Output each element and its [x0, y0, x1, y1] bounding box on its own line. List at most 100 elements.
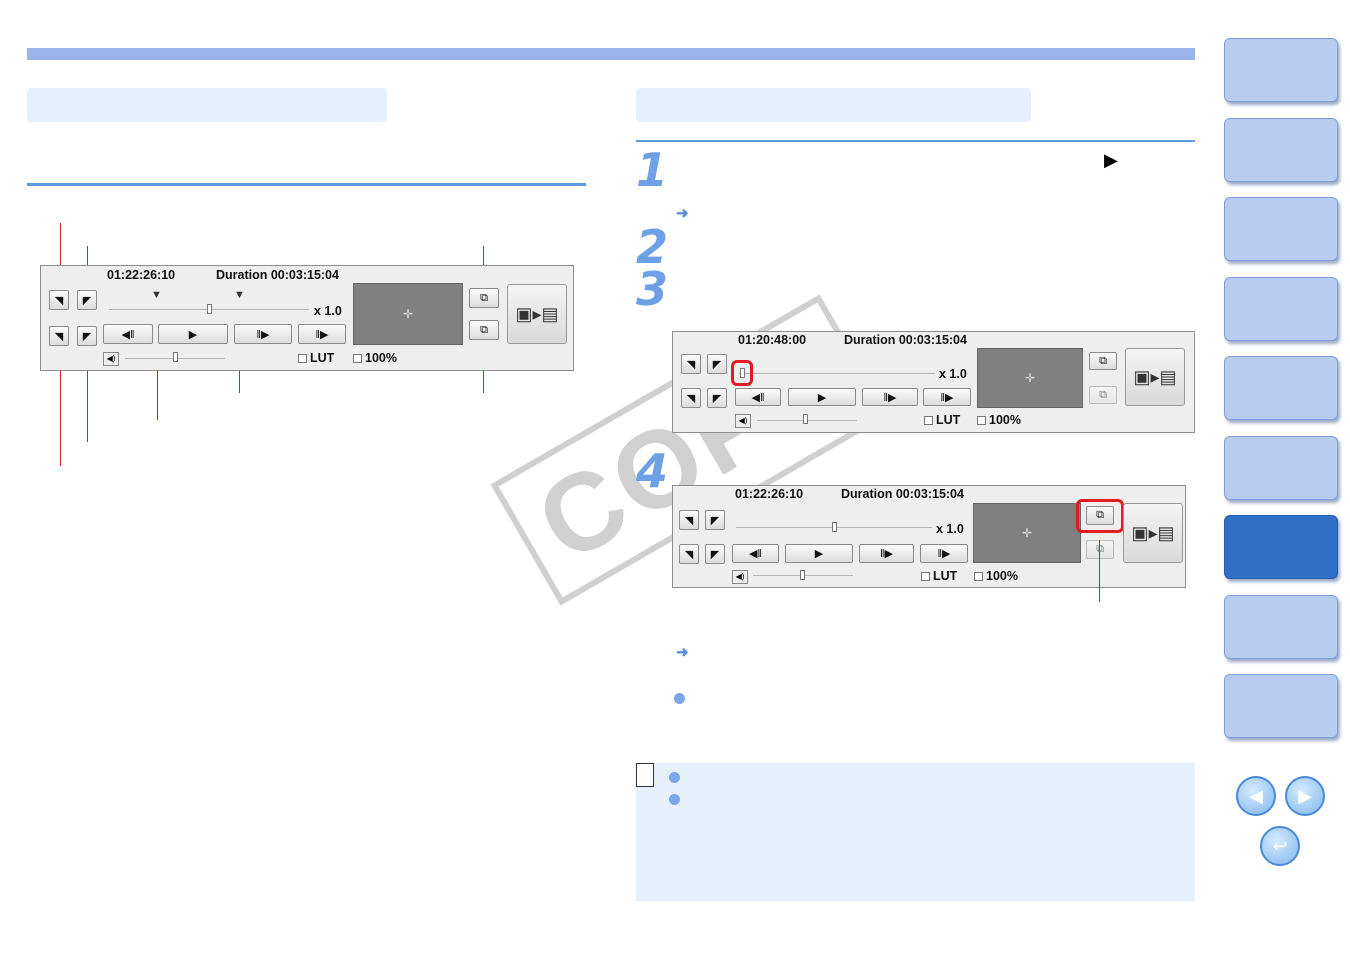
- duration: Duration 00:03:15:04: [844, 333, 967, 347]
- goto-start-button[interactable]: ◥: [49, 326, 69, 346]
- goto-end-button[interactable]: ◤: [705, 544, 725, 564]
- prev-frame-button[interactable]: ◀‖: [735, 388, 781, 406]
- frame-grab-button[interactable]: ⧉: [1086, 506, 1114, 525]
- timecode: 01:20:48:00: [738, 333, 807, 347]
- frame-grab-button[interactable]: ⧉: [469, 288, 499, 308]
- extract-movie-button[interactable]: ▣▸▤: [507, 284, 567, 344]
- duration: Duration 00:03:15:04: [216, 268, 339, 282]
- result-arrow-icon: ➜: [676, 205, 689, 222]
- film-icon: ▣▸▤: [1133, 366, 1177, 387]
- play-button[interactable]: ▶: [788, 388, 856, 406]
- player-panel-step3: 01:20:48:00 Duration 00:03:15:04 ◥ ◤ ◥ ◤…: [672, 331, 1195, 433]
- side-tab-3[interactable]: [1224, 197, 1338, 261]
- prev-frame-button[interactable]: ◀‖: [103, 324, 153, 344]
- player-panel-step4: 01:22:26:10 Duration 00:03:15:04 ◥ ◤ ◥ ◤…: [672, 485, 1186, 588]
- end-frame-button[interactable]: ‖▶: [920, 544, 968, 563]
- film-icon: ▣▸▤: [1131, 522, 1175, 543]
- end-marker-icon[interactable]: ▼: [234, 289, 245, 301]
- volume-icon[interactable]: ◀): [103, 352, 119, 366]
- bullet-dot: [674, 693, 685, 704]
- side-tab-5[interactable]: [1224, 356, 1338, 420]
- goto-start-button[interactable]: ◥: [681, 388, 701, 408]
- zoom-label: 100%: [365, 351, 397, 365]
- next-frame-button[interactable]: ‖▶: [862, 388, 918, 406]
- zoom-label: 100%: [986, 569, 1018, 583]
- crosshair-icon: ✛: [1025, 371, 1036, 385]
- lut-checkbox[interactable]: [298, 354, 307, 363]
- section-rule-left: [27, 183, 586, 186]
- step-number-3: 3: [636, 262, 669, 316]
- seek-thumb[interactable]: [832, 522, 837, 532]
- end-frame-button[interactable]: ‖▶: [298, 324, 346, 344]
- film-icon: ▣▸▤: [515, 303, 559, 324]
- play-icon: ▶: [1104, 150, 1118, 170]
- start-marker-icon[interactable]: ▼: [151, 289, 162, 301]
- seek-track[interactable]: [739, 373, 935, 374]
- set-start-button[interactable]: ◥: [679, 510, 699, 530]
- goto-end-button[interactable]: ◤: [77, 326, 97, 346]
- prev-frame-button[interactable]: ◀‖: [732, 544, 779, 563]
- zoom-checkbox[interactable]: [977, 416, 986, 425]
- volume-icon[interactable]: ◀): [732, 570, 748, 584]
- goto-end-button[interactable]: ◤: [707, 388, 727, 408]
- set-start-button[interactable]: ◥: [49, 290, 69, 310]
- frame-grab-button[interactable]: ⧉: [1089, 352, 1117, 370]
- side-tab-8[interactable]: [1224, 595, 1338, 659]
- timecode: 01:22:26:10: [107, 268, 176, 282]
- lut-checkbox[interactable]: [921, 572, 930, 581]
- set-end-button[interactable]: ◤: [705, 510, 725, 530]
- step-number-4: 4: [636, 444, 669, 498]
- seek-thumb[interactable]: [740, 368, 745, 378]
- preview-window: ✛: [353, 283, 463, 345]
- crosshair-icon: ✛: [403, 307, 414, 321]
- seek-thumb[interactable]: [207, 304, 212, 314]
- play-button[interactable]: ▶: [158, 324, 228, 344]
- side-tab-9[interactable]: [1224, 674, 1338, 738]
- batch-grab-button[interactable]: ⧉: [469, 320, 499, 340]
- batch-grab-button[interactable]: ⧉: [1086, 540, 1114, 559]
- goto-start-button[interactable]: ◥: [679, 544, 699, 564]
- note-bullet-2: [669, 794, 680, 805]
- side-tab-4[interactable]: [1224, 277, 1338, 341]
- side-tab-7-active[interactable]: [1224, 515, 1338, 579]
- lut-label: LUT: [933, 569, 958, 583]
- set-start-button[interactable]: ◥: [681, 354, 701, 374]
- top-banner: [27, 48, 1195, 60]
- set-end-button[interactable]: ◤: [77, 290, 97, 310]
- set-end-button[interactable]: ◤: [707, 354, 727, 374]
- crosshair-icon: ✛: [1022, 526, 1033, 540]
- side-tab-2[interactable]: [1224, 118, 1338, 182]
- play-button[interactable]: ▶: [785, 544, 853, 563]
- batch-grab-button[interactable]: ⧉: [1089, 386, 1117, 404]
- arrow-right-icon: ▶: [1298, 785, 1312, 806]
- volume-thumb[interactable]: [803, 414, 808, 424]
- volume-thumb[interactable]: [173, 352, 178, 362]
- end-frame-button[interactable]: ‖▶: [923, 388, 971, 406]
- speed-label: x 1.0: [314, 304, 342, 318]
- volume-icon[interactable]: ◀): [735, 414, 751, 428]
- side-tab-6[interactable]: [1224, 436, 1338, 500]
- arrow-left-icon: ◀: [1249, 785, 1263, 806]
- next-frame-button[interactable]: ‖▶: [859, 544, 914, 563]
- prev-page-button[interactable]: ◀: [1236, 776, 1276, 816]
- lut-checkbox[interactable]: [924, 416, 933, 425]
- extract-movie-button[interactable]: ▣▸▤: [1123, 503, 1183, 563]
- lut-label: LUT: [310, 351, 335, 365]
- lut-label: LUT: [936, 413, 961, 427]
- speed-label: x 1.0: [939, 367, 967, 381]
- section-rule-right: [636, 140, 1195, 142]
- volume-thumb[interactable]: [800, 570, 805, 580]
- next-page-button[interactable]: ▶: [1285, 776, 1325, 816]
- preview-window: ✛: [973, 503, 1081, 563]
- callout-line-step4: [1099, 540, 1100, 602]
- speed-label: x 1.0: [936, 522, 964, 536]
- section-heading-left: [27, 88, 387, 122]
- zoom-checkbox[interactable]: [974, 572, 983, 581]
- player-panel-main: 01:22:26:10 Duration 00:03:15:04 ◥ ◤ ◥ ◤…: [40, 265, 574, 371]
- zoom-checkbox[interactable]: [353, 354, 362, 363]
- extract-movie-button[interactable]: ▣▸▤: [1125, 348, 1185, 406]
- note-bullet-1: [669, 772, 680, 783]
- next-frame-button[interactable]: ‖▶: [234, 324, 292, 344]
- side-tab-1[interactable]: [1224, 38, 1338, 102]
- return-button[interactable]: ↩: [1260, 826, 1300, 866]
